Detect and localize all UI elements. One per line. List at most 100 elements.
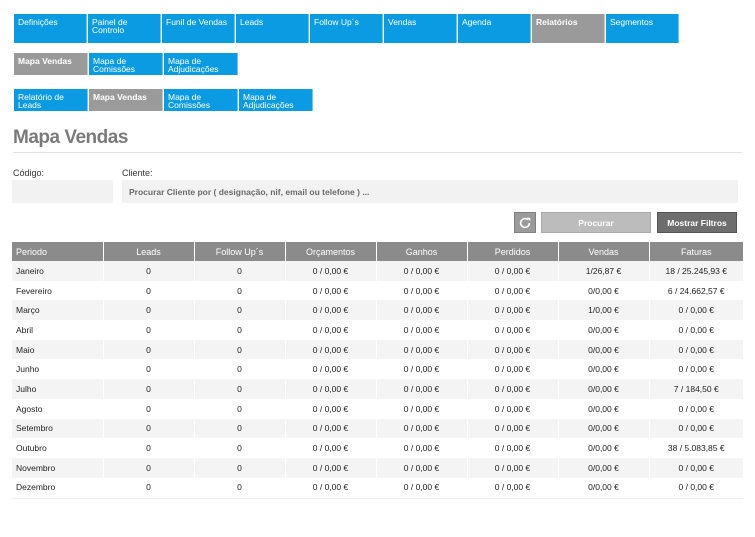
cell-faturas: 18 / 25.245,93 € [649, 261, 743, 281]
table-row: Fevereiro 0 0 0 / 0,00 €0 / 0,00 €0 / 0,00 … [12, 280, 743, 301]
table-row: Janeiro 0 0 0 / 0,00 €0 / 0,00 €0 / 0,00 €1… [12, 261, 743, 281]
nav-definicoes[interactable]: Definições [14, 14, 87, 43]
cell-follow-ups: 0 [194, 261, 286, 281]
table-row: Setembro 0 0 0 / 0,00 €0 / 0,00 €0 / 0,00 €… [12, 418, 743, 439]
cell-periodo: Maio [12, 339, 104, 360]
col-perdidos[interactable]: Perdidos [467, 242, 559, 261]
cell-orcamentos: 0 / 0,00 € [285, 418, 377, 439]
subnav-mapa-adjudicacoes[interactable]: Mapa de Adjudicações [164, 53, 238, 75]
reportnav-relatorio-leads[interactable]: Relatório de Leads [14, 89, 88, 111]
table-row: Outubro 0 0 0 / 0,00 €0 / 0,00 €0 / 0,00 €0… [12, 438, 743, 458]
cell-periodo: Janeiro [12, 261, 104, 281]
cell-orcamentos: 0 / 0,00 € [285, 457, 377, 478]
cell-faturas: 0 / 0,00 € [649, 300, 743, 321]
reportnav-mapa-comissoes[interactable]: Mapa de Comissões [164, 89, 238, 111]
col-vendas[interactable]: Vendas [558, 242, 650, 261]
cell-vendas: 0/0,00 € [558, 280, 650, 301]
col-ganhos[interactable]: Ganhos [376, 242, 468, 261]
cell-perdidos: 0 / 0,00 € [467, 457, 559, 478]
report-nav: Relatório de Leads Mapa Vendas Mapa de C… [14, 89, 313, 111]
cell-faturas: 7 / 184,50 € [649, 379, 743, 399]
cell-follow-ups: 0 [194, 379, 286, 399]
nav-funil-vendas[interactable]: Funil de Vendas [162, 14, 235, 43]
cell-perdidos: 0 / 0,00 € [467, 379, 559, 399]
cell-faturas: 6 / 24.662,57 € [649, 280, 743, 301]
cell-vendas: 0/0,00 € [558, 418, 650, 439]
col-leads[interactable]: Leads [103, 242, 195, 261]
cell-faturas: 0 / 0,00 € [649, 320, 743, 340]
cell-follow-ups: 0 [194, 398, 286, 419]
cell-perdidos: 0 / 0,00 € [467, 300, 559, 321]
cell-ganhos: 0 / 0,00 € [376, 438, 468, 458]
cell-periodo: Março [12, 300, 104, 321]
cell-orcamentos: 0 / 0,00 € [285, 477, 377, 498]
cell-follow-ups: 0 [194, 300, 286, 321]
title-divider [13, 152, 742, 153]
main-nav: Definições Painel de Controlo Funil de V… [14, 14, 679, 43]
nav-segmentos[interactable]: Segmentos [606, 14, 679, 43]
nav-agenda[interactable]: Agenda [458, 14, 531, 43]
cell-follow-ups: 0 [194, 477, 286, 498]
col-periodo[interactable]: Periodo [12, 242, 104, 261]
cell-faturas: 0 / 0,00 € [649, 359, 743, 380]
nav-painel-controlo[interactable]: Painel de Controlo [88, 14, 161, 43]
cliente-search-input[interactable] [122, 180, 738, 203]
table-row: Novembro 0 0 0 / 0,00 €0 / 0,00 €0 / 0,00 €… [12, 457, 743, 478]
cliente-label: Cliente: [122, 168, 153, 178]
mostrar-filtros-button[interactable]: Mostrar Filtros [657, 212, 737, 233]
cell-leads: 0 [103, 359, 195, 380]
table-row: Março 0 0 0 / 0,00 €0 / 0,00 €0 / 0,00 €1/0… [12, 300, 743, 321]
cell-follow-ups: 0 [194, 320, 286, 340]
cell-ganhos: 0 / 0,00 € [376, 379, 468, 399]
col-faturas[interactable]: Faturas [649, 242, 743, 261]
col-follow-ups[interactable]: Follow Up´s [194, 242, 286, 261]
nav-vendas[interactable]: Vendas [384, 14, 457, 43]
subnav-mapa-vendas[interactable]: Mapa Vendas [14, 53, 88, 75]
cell-follow-ups: 0 [194, 339, 286, 360]
table-row: Junho 0 0 0 / 0,00 €0 / 0,00 €0 / 0,00 €0/0… [12, 359, 743, 380]
cell-periodo: Julho [12, 379, 104, 399]
cell-leads: 0 [103, 339, 195, 360]
procurar-button[interactable]: Procurar [541, 212, 651, 233]
sub-nav: Mapa Vendas Mapa de Comissões Mapa de Ad… [14, 53, 238, 75]
cell-ganhos: 0 / 0,00 € [376, 477, 468, 498]
cell-follow-ups: 0 [194, 359, 286, 380]
cell-periodo: Outubro [12, 438, 104, 458]
subnav-mapa-comissoes[interactable]: Mapa de Comissões [89, 53, 163, 75]
col-orcamentos[interactable]: Orçamentos [285, 242, 377, 261]
cell-follow-ups: 0 [194, 438, 286, 458]
nav-leads[interactable]: Leads [236, 14, 309, 43]
nav-follow-ups[interactable]: Follow Up´s [310, 14, 383, 43]
cell-perdidos: 0 / 0,00 € [467, 477, 559, 498]
cell-perdidos: 0 / 0,00 € [467, 398, 559, 419]
cell-ganhos: 0 / 0,00 € [376, 280, 468, 301]
reportnav-mapa-vendas[interactable]: Mapa Vendas [89, 89, 163, 111]
codigo-input[interactable] [12, 180, 113, 203]
cell-vendas: 1/0,00 € [558, 300, 650, 321]
cell-vendas: 0/0,00 € [558, 339, 650, 360]
refresh-button[interactable] [514, 212, 536, 233]
cell-follow-ups: 0 [194, 418, 286, 439]
cell-vendas: 0/0,00 € [558, 477, 650, 498]
cell-leads: 0 [103, 280, 195, 301]
cell-faturas: 0 / 0,00 € [649, 418, 743, 439]
cell-orcamentos: 0 / 0,00 € [285, 359, 377, 380]
cell-leads: 0 [103, 477, 195, 498]
sales-map-table: Periodo Leads Follow Up´s Orçamentos Gan… [12, 242, 743, 498]
cell-perdidos: 0 / 0,00 € [467, 261, 559, 281]
cell-vendas: 0/0,00 € [558, 438, 650, 458]
cell-leads: 0 [103, 457, 195, 478]
cell-ganhos: 0 / 0,00 € [376, 320, 468, 340]
nav-relatorios[interactable]: Relatórios [532, 14, 605, 43]
cell-faturas: 38 / 5.083,85 € [649, 438, 743, 458]
reportnav-mapa-adjudicacoes[interactable]: Mapa de Adjudicações [239, 89, 313, 111]
cell-leads: 0 [103, 398, 195, 419]
cell-periodo: Fevereiro [12, 280, 104, 301]
page-title: Mapa Vendas [13, 127, 128, 148]
cell-perdidos: 0 / 0,00 € [467, 339, 559, 360]
cell-perdidos: 0 / 0,00 € [467, 280, 559, 301]
cell-follow-ups: 0 [194, 457, 286, 478]
cell-orcamentos: 0 / 0,00 € [285, 300, 377, 321]
cell-faturas: 0 / 0,00 € [649, 477, 743, 498]
cell-ganhos: 0 / 0,00 € [376, 261, 468, 281]
